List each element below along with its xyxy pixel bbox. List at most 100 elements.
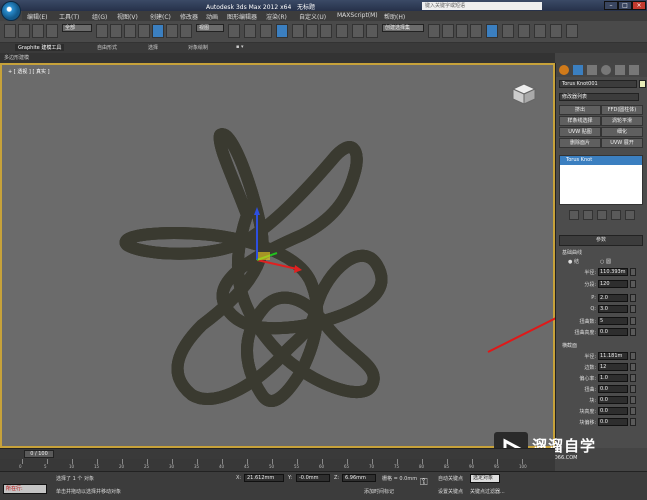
pin-stack-icon[interactable] (569, 210, 579, 220)
link-icon[interactable] (32, 24, 44, 38)
ribbon-options-icon[interactable]: ▪ ▾ (236, 44, 244, 50)
sides-spinner[interactable] (630, 363, 636, 371)
lumps-spinner[interactable] (630, 396, 636, 404)
schematic-view-icon[interactable] (470, 24, 482, 38)
auto-key-label[interactable]: 自动关键点 (438, 475, 463, 482)
scale-icon[interactable] (180, 24, 192, 38)
edit-named-sel-icon[interactable] (336, 24, 348, 38)
render-setup-icon[interactable] (502, 24, 514, 38)
lump-height-field[interactable]: 0.0 (598, 407, 628, 415)
segments-spinner[interactable] (630, 280, 636, 288)
create-tab-icon[interactable] (559, 65, 569, 75)
circle-radio[interactable]: ○ 圆 (600, 258, 611, 265)
q-spinner[interactable] (630, 305, 636, 313)
viewcube-icon[interactable] (512, 83, 536, 105)
object-color-swatch[interactable] (639, 80, 646, 88)
material-editor-icon[interactable] (486, 24, 498, 38)
q-field[interactable]: 3.0 (598, 305, 628, 313)
perspective-viewport[interactable]: + [ 透视 ] [ 真实 ] (0, 63, 555, 448)
sides-field[interactable]: 12 (598, 363, 628, 371)
modifier-button-turbosmooth[interactable]: 涡轮平滑 (601, 116, 643, 126)
p-spinner[interactable] (630, 294, 636, 302)
keyboard-shortcut-icon[interactable] (260, 24, 272, 38)
named-selection-dropdown[interactable]: 创建选择集 (382, 24, 424, 32)
menu-edit[interactable]: 编辑(E) (27, 12, 47, 21)
tab-freeform[interactable]: 自由形式 (97, 44, 117, 51)
modifier-button-ffd-cyl[interactable]: FFD(圆柱体) (601, 105, 643, 115)
maxscript-listener-button[interactable]: 所在行: (3, 484, 47, 494)
modify-tab-icon[interactable] (573, 65, 583, 75)
tab-object-paint[interactable]: 对象绘制 (188, 44, 208, 51)
render-frame-icon[interactable] (518, 24, 530, 38)
tab-graphite-modeling[interactable]: Graphite 建模工具 (15, 44, 65, 51)
pivot-icon[interactable] (228, 24, 240, 38)
twist-spinner[interactable] (630, 385, 636, 393)
radius-field[interactable]: 110.393m (598, 268, 628, 276)
menu-animation[interactable]: 动画 (206, 12, 218, 21)
mirror-icon[interactable] (352, 24, 364, 38)
modifier-list-dropdown[interactable]: 修改器列表 (559, 93, 639, 101)
parameters-rollout[interactable]: 参数 (559, 235, 643, 246)
stack-item-torus-knot[interactable]: Torus Knot (560, 156, 642, 165)
radius-spinner[interactable] (630, 268, 636, 276)
modifier-button-delete-patch[interactable]: 删除面片 (559, 138, 601, 148)
select-icon[interactable] (96, 24, 108, 38)
lump-height-spinner[interactable] (630, 407, 636, 415)
time-slider[interactable]: 0 / 100 (0, 448, 555, 459)
key-icon[interactable]: ⚿ (420, 477, 428, 488)
modifier-button-uvw-map[interactable]: UVW 贴图 (559, 127, 601, 137)
menu-group[interactable]: 组(G) (92, 12, 107, 21)
minimize-button[interactable]: – (604, 1, 618, 10)
modifier-button-tessellate[interactable]: 细化 (601, 127, 643, 137)
menu-rendering[interactable]: 渲染(R) (266, 12, 287, 21)
close-button[interactable]: × (632, 1, 646, 10)
eccentricity-field[interactable]: 1.0 (598, 374, 628, 382)
snap-toggle-icon[interactable] (276, 24, 288, 38)
cs-radius-field[interactable]: 11.181m (598, 352, 628, 360)
app-logo-icon[interactable] (1, 1, 21, 21)
cs-radius-spinner[interactable] (630, 352, 636, 360)
eccentricity-spinner[interactable] (630, 374, 636, 382)
rect-select-icon[interactable] (124, 24, 136, 38)
configure-sets-icon[interactable] (625, 210, 635, 220)
render-production-icon[interactable] (550, 24, 562, 38)
utilities-tab-icon[interactable] (629, 65, 639, 75)
unlink-icon[interactable] (46, 24, 58, 38)
ref-coord-dropdown[interactable]: 视图 (196, 24, 224, 32)
menu-help[interactable]: 帮助(H) (384, 12, 405, 21)
tab-selection[interactable]: 选择 (148, 44, 158, 51)
maximize-button[interactable]: □ (618, 1, 632, 10)
undo-icon[interactable] (4, 24, 16, 38)
modifier-button-unwrap-uvw[interactable]: UVW 展开 (601, 138, 643, 148)
menu-maxscript[interactable]: MAXScript(M) (337, 12, 378, 19)
menu-create[interactable]: 创建(C) (150, 12, 171, 21)
selected-objects-dropdown[interactable]: 选定对象 (470, 474, 500, 483)
motion-tab-icon[interactable] (601, 65, 611, 75)
track-bar[interactable]: 0 5 10 15 20 25 30 35 40 45 50 55 60 65 70 75 80 85 90 95 10… (0, 459, 555, 471)
angle-snap-icon[interactable] (292, 24, 304, 38)
modifier-stack[interactable]: Torus Knot (559, 155, 643, 205)
warp-height-spinner[interactable] (630, 328, 636, 336)
object-name-field[interactable]: Torus Knot001 (559, 80, 637, 88)
selection-filter-dropdown[interactable]: 全部 (62, 24, 92, 32)
graphite-toggle-icon[interactable] (442, 24, 454, 38)
select-by-name-icon[interactable] (110, 24, 122, 38)
x-field[interactable]: 21.612mm (244, 474, 284, 482)
window-crossing-icon[interactable] (138, 24, 150, 38)
add-time-tag[interactable]: 添加时间标记 (364, 488, 394, 495)
spinner-snap-icon[interactable] (320, 24, 332, 38)
layer-manager-icon[interactable] (428, 24, 440, 38)
p-field[interactable]: 2.0 (598, 294, 628, 302)
menu-graph-editors[interactable]: 图形编辑器 (227, 12, 257, 21)
hierarchy-tab-icon[interactable] (587, 65, 597, 75)
lump-offset-field[interactable]: 0.0 (598, 418, 628, 426)
teapot-icon[interactable] (566, 24, 578, 38)
redo-icon[interactable] (18, 24, 30, 38)
rotate-icon[interactable] (166, 24, 178, 38)
twist-field[interactable]: 0.0 (598, 385, 628, 393)
warp-count-field[interactable]: 5 (598, 317, 628, 325)
render-icon[interactable] (534, 24, 546, 38)
key-filters-button[interactable]: 关键点过滤器... (470, 488, 505, 495)
knot-radio[interactable]: ● 结 (568, 258, 579, 265)
torus-knot-object[interactable] (2, 65, 553, 446)
